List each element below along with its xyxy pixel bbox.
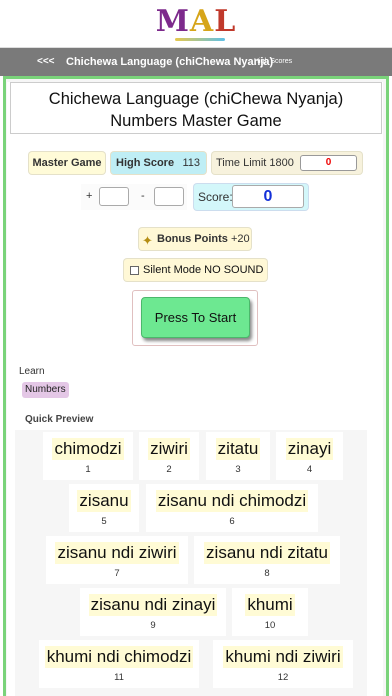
silent-mode-label: Silent Mode NO SOUND	[143, 264, 264, 276]
score-panel: Score: 0	[194, 184, 308, 210]
quick-preview-heading: Quick Preview	[25, 414, 94, 425]
app-logo[interactable]: MAL	[0, 4, 392, 39]
time-limit-badge: Time Limit 1800 0	[212, 152, 362, 174]
preview-card[interactable]: zisanu 5	[69, 484, 139, 532]
preview-number: 7	[114, 568, 120, 579]
preview-card[interactable]: zinayi 4	[276, 432, 343, 480]
preview-word: zisanu ndi zitatu	[204, 542, 330, 564]
logo-bar: MAL	[0, 0, 392, 48]
bonus-label: Bonus Points	[157, 233, 228, 245]
preview-word: chimodzi	[52, 438, 124, 460]
coins-icon: ✦	[142, 233, 153, 248]
game-mode-badge: Master Game	[29, 152, 105, 174]
preview-number: 12	[277, 672, 289, 683]
preview-card[interactable]: zisanu ndi chimodzi 6	[146, 484, 318, 532]
learn-topic-numbers[interactable]: Numbers	[22, 382, 69, 398]
preview-number: 9	[150, 620, 156, 631]
logo-underline	[175, 38, 225, 41]
high-scores-link[interactable]: High Scores	[254, 58, 292, 65]
app-root: MAL <<< Chichewa Language (chiChewa Nyan…	[0, 0, 392, 696]
preview-card[interactable]: khumi ndi ziwiri 12	[213, 640, 353, 688]
preview-word: khumi ndi chimodzi	[44, 646, 194, 668]
back-link[interactable]: <<<	[37, 56, 55, 67]
preview-card[interactable]: zitatu 3	[206, 432, 270, 480]
preview-card[interactable]: zisanu ndi zitatu 8	[194, 536, 340, 584]
nav-bar: <<< Chichewa Language (chiChewa Nyanja) …	[0, 48, 392, 76]
preview-word: zisanu ndi chimodzi	[155, 490, 309, 512]
time-limit-label: Time Limit 1800	[216, 157, 294, 169]
preview-word: zisanu ndi ziwiri	[55, 542, 179, 564]
bonus-points-badge: ✦ Bonus Points +20	[139, 228, 251, 250]
preview-card[interactable]: zisanu ndi zinayi 9	[80, 588, 226, 636]
start-button[interactable]: Press To Start	[141, 297, 250, 338]
preview-card[interactable]: khumi 10	[232, 588, 308, 636]
preview-number: 1	[85, 464, 91, 475]
high-score-label: High Score	[116, 157, 175, 169]
preview-number: 10	[264, 620, 276, 631]
high-score-badge: High Score 113	[111, 152, 206, 174]
preview-number: 11	[114, 672, 124, 683]
score-label: Score:	[198, 190, 233, 204]
learn-heading: Learn	[19, 366, 45, 377]
preview-number: 8	[264, 568, 270, 579]
preview-number: 2	[166, 464, 172, 475]
game-title-line1: Chichewa Language (chiChewa Nyanja)	[48, 90, 344, 108]
preview-word: zitatu	[215, 438, 261, 460]
time-remaining-value: 0	[300, 155, 357, 171]
preview-number: 5	[101, 516, 107, 527]
preview-word: khumi ndi ziwiri	[223, 646, 343, 668]
preview-number: 4	[306, 464, 313, 475]
score-value: 0	[232, 185, 304, 208]
minus-input[interactable]	[154, 187, 184, 206]
preview-card[interactable]: khumi ndi chimodzi 11	[39, 640, 199, 688]
minus-sign: -	[141, 190, 145, 202]
silent-mode-toggle[interactable]: Silent Mode NO SOUND	[124, 259, 267, 281]
preview-number: 6	[229, 516, 235, 527]
preview-card[interactable]: chimodzi 1	[43, 432, 133, 480]
preview-card[interactable]: zisanu ndi ziwiri 7	[46, 536, 188, 584]
preview-word: khumi	[245, 594, 295, 616]
nav-title: Chichewa Language (chiChewa Nyanja)	[66, 56, 274, 68]
game-title: Chichewa Language (chiChewa Nyanja) Numb…	[10, 82, 382, 134]
plus-input[interactable]	[99, 187, 129, 206]
bonus-value: +20	[230, 233, 250, 245]
preview-word: zisanu	[77, 490, 131, 512]
preview-card[interactable]: ziwiri 2	[139, 432, 199, 480]
preview-word: zisanu ndi zinayi	[88, 594, 218, 616]
preview-word: ziwiri	[148, 438, 190, 460]
calc-panel: + -	[81, 184, 187, 210]
silent-mode-checkbox[interactable]	[130, 266, 139, 275]
preview-number: 3	[235, 464, 241, 475]
high-score-value: 113	[182, 157, 200, 169]
game-title-line2: Numbers Master Game	[110, 112, 282, 130]
preview-word: zinayi	[285, 438, 334, 460]
plus-sign: +	[86, 190, 93, 202]
